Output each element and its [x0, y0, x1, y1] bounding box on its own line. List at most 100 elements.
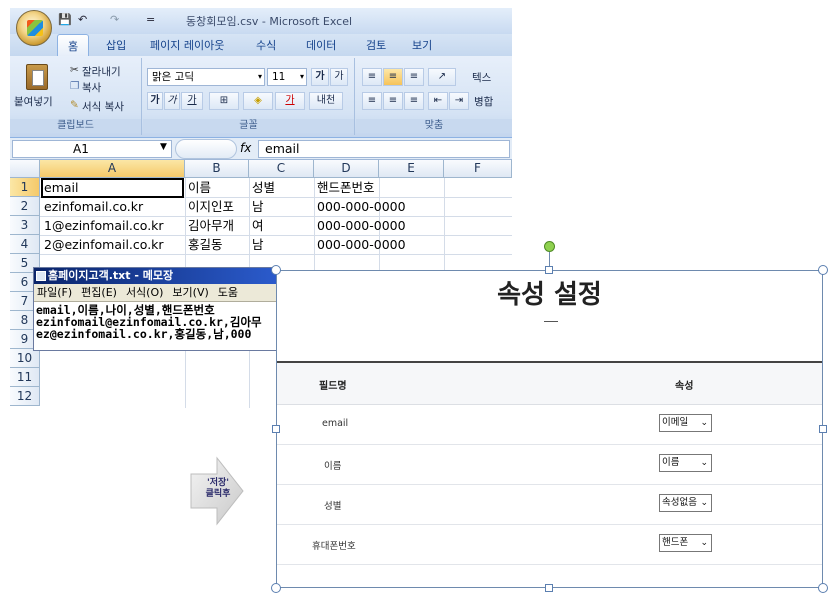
notepad-text-area[interactable]: email,이름,나이,성별,핸드폰번호 ezinfomail@ezinfoma… — [34, 302, 277, 342]
select-value: 핸드폰 — [662, 537, 689, 548]
column-header-d[interactable]: D — [314, 160, 379, 178]
name-box[interactable]: A1 — [12, 140, 172, 158]
tab-insert[interactable]: 삽입 — [106, 37, 126, 53]
menu-help[interactable]: 도움 — [218, 286, 238, 299]
fill-color-icon[interactable]: ◈ — [243, 92, 273, 110]
resize-handle[interactable] — [818, 265, 828, 275]
cell-b3[interactable]: 김아무개 — [185, 216, 234, 235]
font-color-icon[interactable]: 가 — [275, 92, 305, 110]
cell-c2[interactable]: 남 — [249, 197, 264, 216]
dialog-title-area: 속성 설정 — [277, 271, 822, 361]
format-painter-button[interactable]: 서식 복사 — [82, 99, 124, 114]
align-center-icon[interactable]: ≡ — [383, 92, 403, 110]
paste-button[interactable]: 붙여넣기 — [14, 94, 53, 109]
save-icon[interactable]: 💾 — [58, 13, 72, 26]
cell-b1[interactable]: 이름 — [185, 178, 211, 197]
cell-a4[interactable]: 2@ezinfomail.co.kr — [41, 235, 164, 254]
decrease-indent-icon[interactable]: ⇤ — [428, 92, 448, 110]
underline-icon[interactable]: 가 — [181, 92, 203, 110]
align-bottom-icon[interactable]: ≡ — [404, 68, 424, 86]
font-size-value: 11 — [272, 71, 286, 83]
tab-data[interactable]: 데이터 — [306, 37, 336, 53]
cell-a3[interactable]: 1@ezinfomail.co.kr — [41, 216, 164, 235]
row-header[interactable]: 3 — [10, 216, 40, 235]
menu-view[interactable]: 보기(V) — [172, 286, 208, 299]
undo-icon[interactable]: ↶ — [78, 13, 87, 26]
cell-d2[interactable]: 000-000-0000 — [314, 197, 406, 216]
row-header[interactable]: 12 — [10, 387, 40, 406]
formula-input[interactable]: email — [258, 140, 510, 158]
resize-handle[interactable] — [545, 584, 553, 592]
insert-function-icon[interactable]: fx — [240, 141, 251, 155]
bold-icon[interactable]: 가 — [147, 92, 163, 110]
copy-icon[interactable]: ❐ — [70, 80, 79, 92]
orientation-icon[interactable]: ↗ — [428, 68, 456, 86]
menu-file[interactable]: 파일(F) — [37, 286, 72, 299]
redo-icon[interactable]: ↷ — [110, 13, 119, 26]
attribute-select[interactable]: 핸드폰 ⌄ — [659, 534, 712, 552]
shrink-font-icon[interactable]: 가 — [330, 68, 348, 86]
resize-handle[interactable] — [819, 425, 827, 433]
cell-c1[interactable]: 성별 — [249, 178, 275, 197]
grow-font-icon[interactable]: 가 — [311, 68, 329, 86]
font-name-select[interactable]: 맑은 고딕 ▾ — [147, 68, 265, 86]
wrap-text-button[interactable]: 텍스 — [472, 70, 491, 85]
cut-icon[interactable]: ✂ — [70, 64, 79, 76]
cell-a2[interactable]: ezinfomail.co.kr — [41, 197, 143, 216]
align-right-icon[interactable]: ≡ — [404, 92, 424, 110]
column-header-a[interactable]: A — [40, 160, 185, 178]
format-painter-icon[interactable]: ✎ — [70, 99, 79, 111]
cell-d3[interactable]: 000-000-0000 — [314, 216, 406, 235]
cut-button[interactable]: 잘라내기 — [82, 64, 121, 79]
align-middle-icon[interactable]: ≡ — [383, 68, 403, 86]
tab-view[interactable]: 보기 — [412, 37, 432, 53]
select-value: 속성없음 — [662, 497, 697, 508]
copy-button[interactable]: 복사 — [82, 80, 101, 95]
align-left-icon[interactable]: ≡ — [362, 92, 382, 110]
resize-handle[interactable] — [272, 425, 280, 433]
cell-c4[interactable]: 남 — [249, 235, 264, 254]
tab-page-layout[interactable]: 페이지 레이아웃 — [150, 37, 224, 53]
formula-controls[interactable] — [175, 139, 237, 159]
row-header[interactable]: 4 — [10, 235, 40, 254]
merge-button[interactable]: 병합 — [474, 94, 493, 109]
column-header-b[interactable]: B — [185, 160, 249, 178]
tab-home[interactable]: 홈 — [57, 34, 90, 56]
column-header-e[interactable]: E — [379, 160, 444, 178]
cell-b2[interactable]: 이지인포 — [185, 197, 234, 216]
column-header-f[interactable]: F — [444, 160, 512, 178]
office-button[interactable] — [16, 10, 52, 46]
paste-icon[interactable] — [26, 64, 48, 90]
cell-d4[interactable]: 000-000-0000 — [314, 235, 406, 254]
tab-review[interactable]: 검토 — [366, 37, 386, 53]
row-header[interactable]: 1 — [10, 178, 40, 197]
select-all-corner[interactable] — [10, 160, 40, 178]
row-header[interactable]: 11 — [10, 368, 40, 387]
resize-handle[interactable] — [271, 583, 281, 593]
menu-edit[interactable]: 편집(E) — [81, 286, 117, 299]
clipboard-group-label: 클립보드 — [10, 119, 141, 133]
cell-c3[interactable]: 여 — [249, 216, 264, 235]
resize-handle[interactable] — [818, 583, 828, 593]
font-size-select[interactable]: 11 ▾ — [267, 68, 307, 86]
align-top-icon[interactable]: ≡ — [362, 68, 382, 86]
resize-handle[interactable] — [271, 265, 281, 275]
attribute-select[interactable]: 이름 ⌄ — [659, 454, 712, 472]
attribute-select[interactable]: 이메일 ⌄ — [659, 414, 712, 432]
italic-icon[interactable]: 가 — [164, 92, 180, 110]
column-header-c[interactable]: C — [249, 160, 314, 178]
border-icon[interactable]: ⊞ — [209, 92, 239, 110]
increase-indent-icon[interactable]: ⇥ — [449, 92, 469, 110]
cell-d1[interactable]: 핸드폰번호 — [314, 178, 375, 197]
row-header[interactable]: 10 — [10, 349, 40, 368]
menu-format[interactable]: 서식(O) — [126, 286, 163, 299]
phonetic-icon[interactable]: 내천 — [309, 92, 343, 110]
customize-qat-icon[interactable]: = — [146, 13, 155, 26]
cell-b4[interactable]: 홍길동 — [185, 235, 223, 254]
row-header[interactable]: 2 — [10, 197, 40, 216]
chevron-down-icon[interactable]: ▼ — [160, 142, 167, 152]
rotation-handle[interactable] — [544, 241, 555, 252]
tab-formulas[interactable]: 수식 — [256, 37, 276, 53]
resize-handle[interactable] — [545, 266, 553, 274]
attribute-select[interactable]: 속성없음 ⌄ — [659, 494, 712, 512]
